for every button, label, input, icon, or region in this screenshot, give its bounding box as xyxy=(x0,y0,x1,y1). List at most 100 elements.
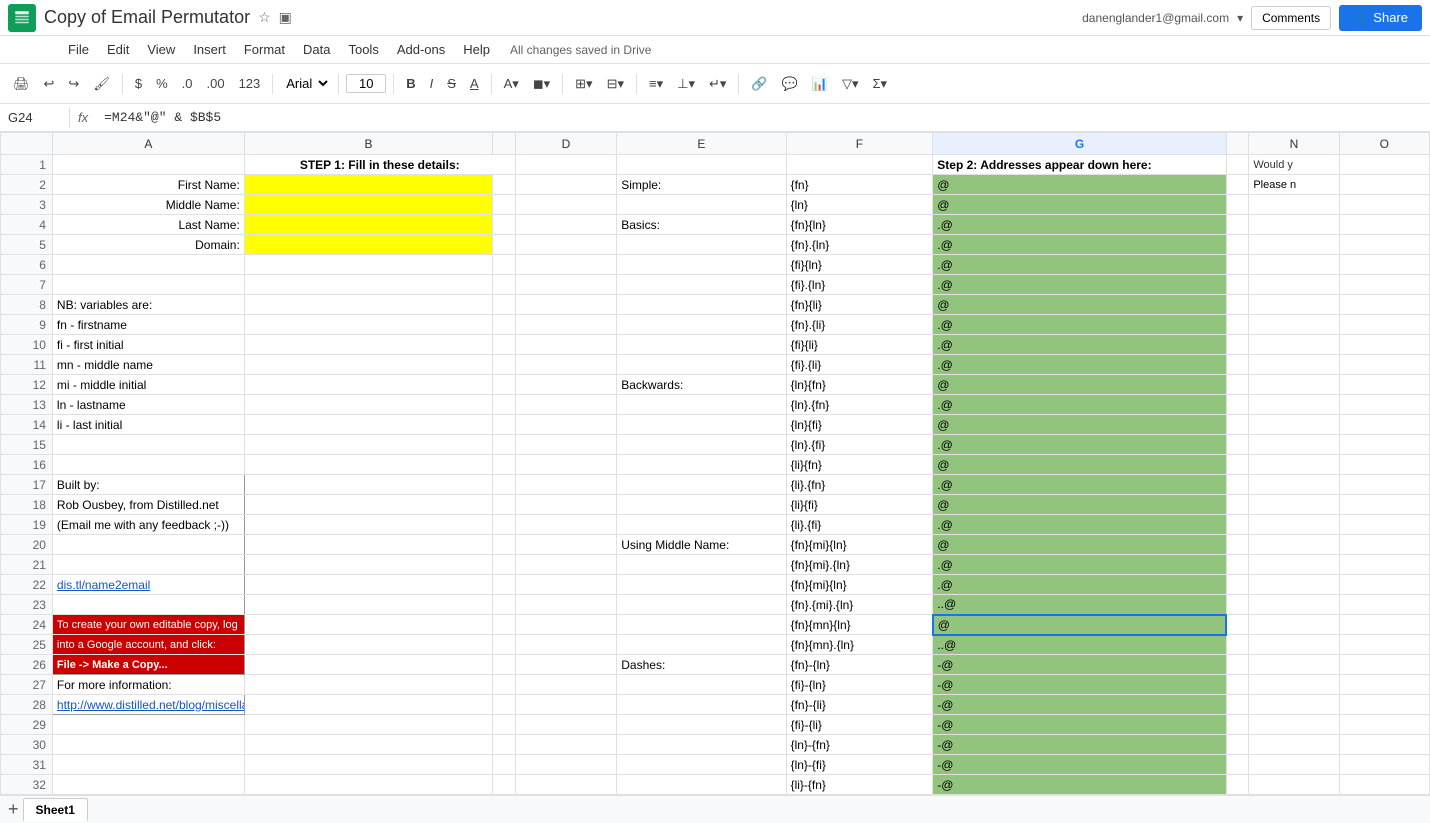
borders-button[interactable]: ⊞▾ xyxy=(570,73,597,95)
formula-content[interactable]: =M24&"@" & $B$5 xyxy=(96,107,229,128)
cell-a20[interactable] xyxy=(52,535,244,555)
cell-b9[interactable] xyxy=(244,315,492,335)
cell-m4[interactable] xyxy=(1226,215,1249,235)
cell-a32[interactable] xyxy=(52,775,244,795)
cell-b14[interactable] xyxy=(244,415,492,435)
decimal-increase[interactable]: .00 xyxy=(201,73,229,94)
fill-color-button[interactable]: A▾ xyxy=(499,73,524,95)
cell-b32[interactable] xyxy=(244,775,492,795)
cell-d26[interactable] xyxy=(515,655,617,675)
cell-m17[interactable] xyxy=(1226,475,1249,495)
cell-n11[interactable] xyxy=(1249,355,1339,375)
cell-c27[interactable] xyxy=(493,675,516,695)
cell-o30[interactable] xyxy=(1339,735,1429,755)
cell-b3[interactable] xyxy=(244,195,492,215)
cell-m9[interactable] xyxy=(1226,315,1249,335)
text-color-button[interactable]: ◼▾ xyxy=(528,73,555,95)
cell-c20[interactable] xyxy=(493,535,516,555)
cell-d25[interactable] xyxy=(515,635,617,655)
cell-d14[interactable] xyxy=(515,415,617,435)
cell-c5[interactable] xyxy=(493,235,516,255)
folder-icon[interactable]: ▣ xyxy=(279,9,292,26)
cell-c3[interactable] xyxy=(493,195,516,215)
cell-d19[interactable] xyxy=(515,515,617,535)
cell-o27[interactable] xyxy=(1339,675,1429,695)
cell-d32[interactable] xyxy=(515,775,617,795)
cell-d28[interactable] xyxy=(515,695,617,715)
cell-d8[interactable] xyxy=(515,295,617,315)
cell-n5[interactable] xyxy=(1249,235,1339,255)
bold-button[interactable]: B xyxy=(401,73,420,94)
cell-a5[interactable]: Domain: xyxy=(52,235,244,255)
cell-c2[interactable] xyxy=(493,175,516,195)
cell-o17[interactable] xyxy=(1339,475,1429,495)
strikethrough-button[interactable]: S xyxy=(442,73,461,94)
cell-m3[interactable] xyxy=(1226,195,1249,215)
cell-d10[interactable] xyxy=(515,335,617,355)
cell-m19[interactable] xyxy=(1226,515,1249,535)
sheet-tab-1[interactable]: Sheet1 xyxy=(23,798,88,821)
cell-e14[interactable] xyxy=(617,415,786,435)
cell-m6[interactable] xyxy=(1226,255,1249,275)
cell-e29[interactable] xyxy=(617,715,786,735)
cell-a28-link[interactable]: http://www.distilled.net/blog/miscellane… xyxy=(52,695,244,715)
cell-b25[interactable] xyxy=(244,635,492,655)
cell-n7[interactable] xyxy=(1249,275,1339,295)
cell-d29[interactable] xyxy=(515,715,617,735)
menu-file[interactable]: File xyxy=(60,39,97,60)
cell-e28[interactable] xyxy=(617,695,786,715)
cell-a3[interactable]: Middle Name: xyxy=(52,195,244,215)
cell-m11[interactable] xyxy=(1226,355,1249,375)
cell-c15[interactable] xyxy=(493,435,516,455)
cell-d23[interactable] xyxy=(515,595,617,615)
cell-c26[interactable] xyxy=(493,655,516,675)
cell-n1[interactable]: Would y xyxy=(1249,155,1339,175)
cell-e13[interactable] xyxy=(617,395,786,415)
font-selector[interactable]: Arial xyxy=(280,73,331,94)
wrap-button[interactable]: ↵▾ xyxy=(704,73,731,95)
cell-c24[interactable] xyxy=(493,615,516,635)
cell-o13[interactable] xyxy=(1339,395,1429,415)
cell-e19[interactable] xyxy=(617,515,786,535)
cell-o11[interactable] xyxy=(1339,355,1429,375)
cell-c4[interactable] xyxy=(493,215,516,235)
cell-c31[interactable] xyxy=(493,755,516,775)
cell-n2[interactable]: Please n xyxy=(1249,175,1339,195)
cell-o14[interactable] xyxy=(1339,415,1429,435)
cell-c7[interactable] xyxy=(493,275,516,295)
cell-o26[interactable] xyxy=(1339,655,1429,675)
cell-o15[interactable] xyxy=(1339,435,1429,455)
cell-m5[interactable] xyxy=(1226,235,1249,255)
undo-button[interactable]: ↩ xyxy=(39,73,60,95)
cell-m8[interactable] xyxy=(1226,295,1249,315)
cell-n13[interactable] xyxy=(1249,395,1339,415)
cell-a4[interactable]: Last Name: xyxy=(52,215,244,235)
cell-d1[interactable] xyxy=(515,155,617,175)
menu-view[interactable]: View xyxy=(139,39,183,60)
cell-m13[interactable] xyxy=(1226,395,1249,415)
col-header-e[interactable]: E xyxy=(617,133,786,155)
cell-m1[interactable] xyxy=(1226,155,1249,175)
cell-d11[interactable] xyxy=(515,355,617,375)
cell-m21[interactable] xyxy=(1226,555,1249,575)
cell-reference[interactable]: G24 xyxy=(0,107,70,128)
comment-button[interactable]: 💬 xyxy=(777,73,803,95)
cell-n26[interactable] xyxy=(1249,655,1339,675)
cell-e22[interactable] xyxy=(617,575,786,595)
cell-b2[interactable] xyxy=(244,175,492,195)
cell-c8[interactable] xyxy=(493,295,516,315)
cell-a1[interactable] xyxy=(52,155,244,175)
col-header-c[interactable] xyxy=(493,133,516,155)
cell-c10[interactable] xyxy=(493,335,516,355)
cell-e21[interactable] xyxy=(617,555,786,575)
cell-n12[interactable] xyxy=(1249,375,1339,395)
cell-c29[interactable] xyxy=(493,715,516,735)
cell-e15[interactable] xyxy=(617,435,786,455)
cell-o28[interactable] xyxy=(1339,695,1429,715)
cell-n22[interactable] xyxy=(1249,575,1339,595)
cell-o7[interactable] xyxy=(1339,275,1429,295)
decimal-decrease[interactable]: .0 xyxy=(177,73,198,94)
cell-o10[interactable] xyxy=(1339,335,1429,355)
cell-o24[interactable] xyxy=(1339,615,1429,635)
cell-f1[interactable] xyxy=(786,155,933,175)
